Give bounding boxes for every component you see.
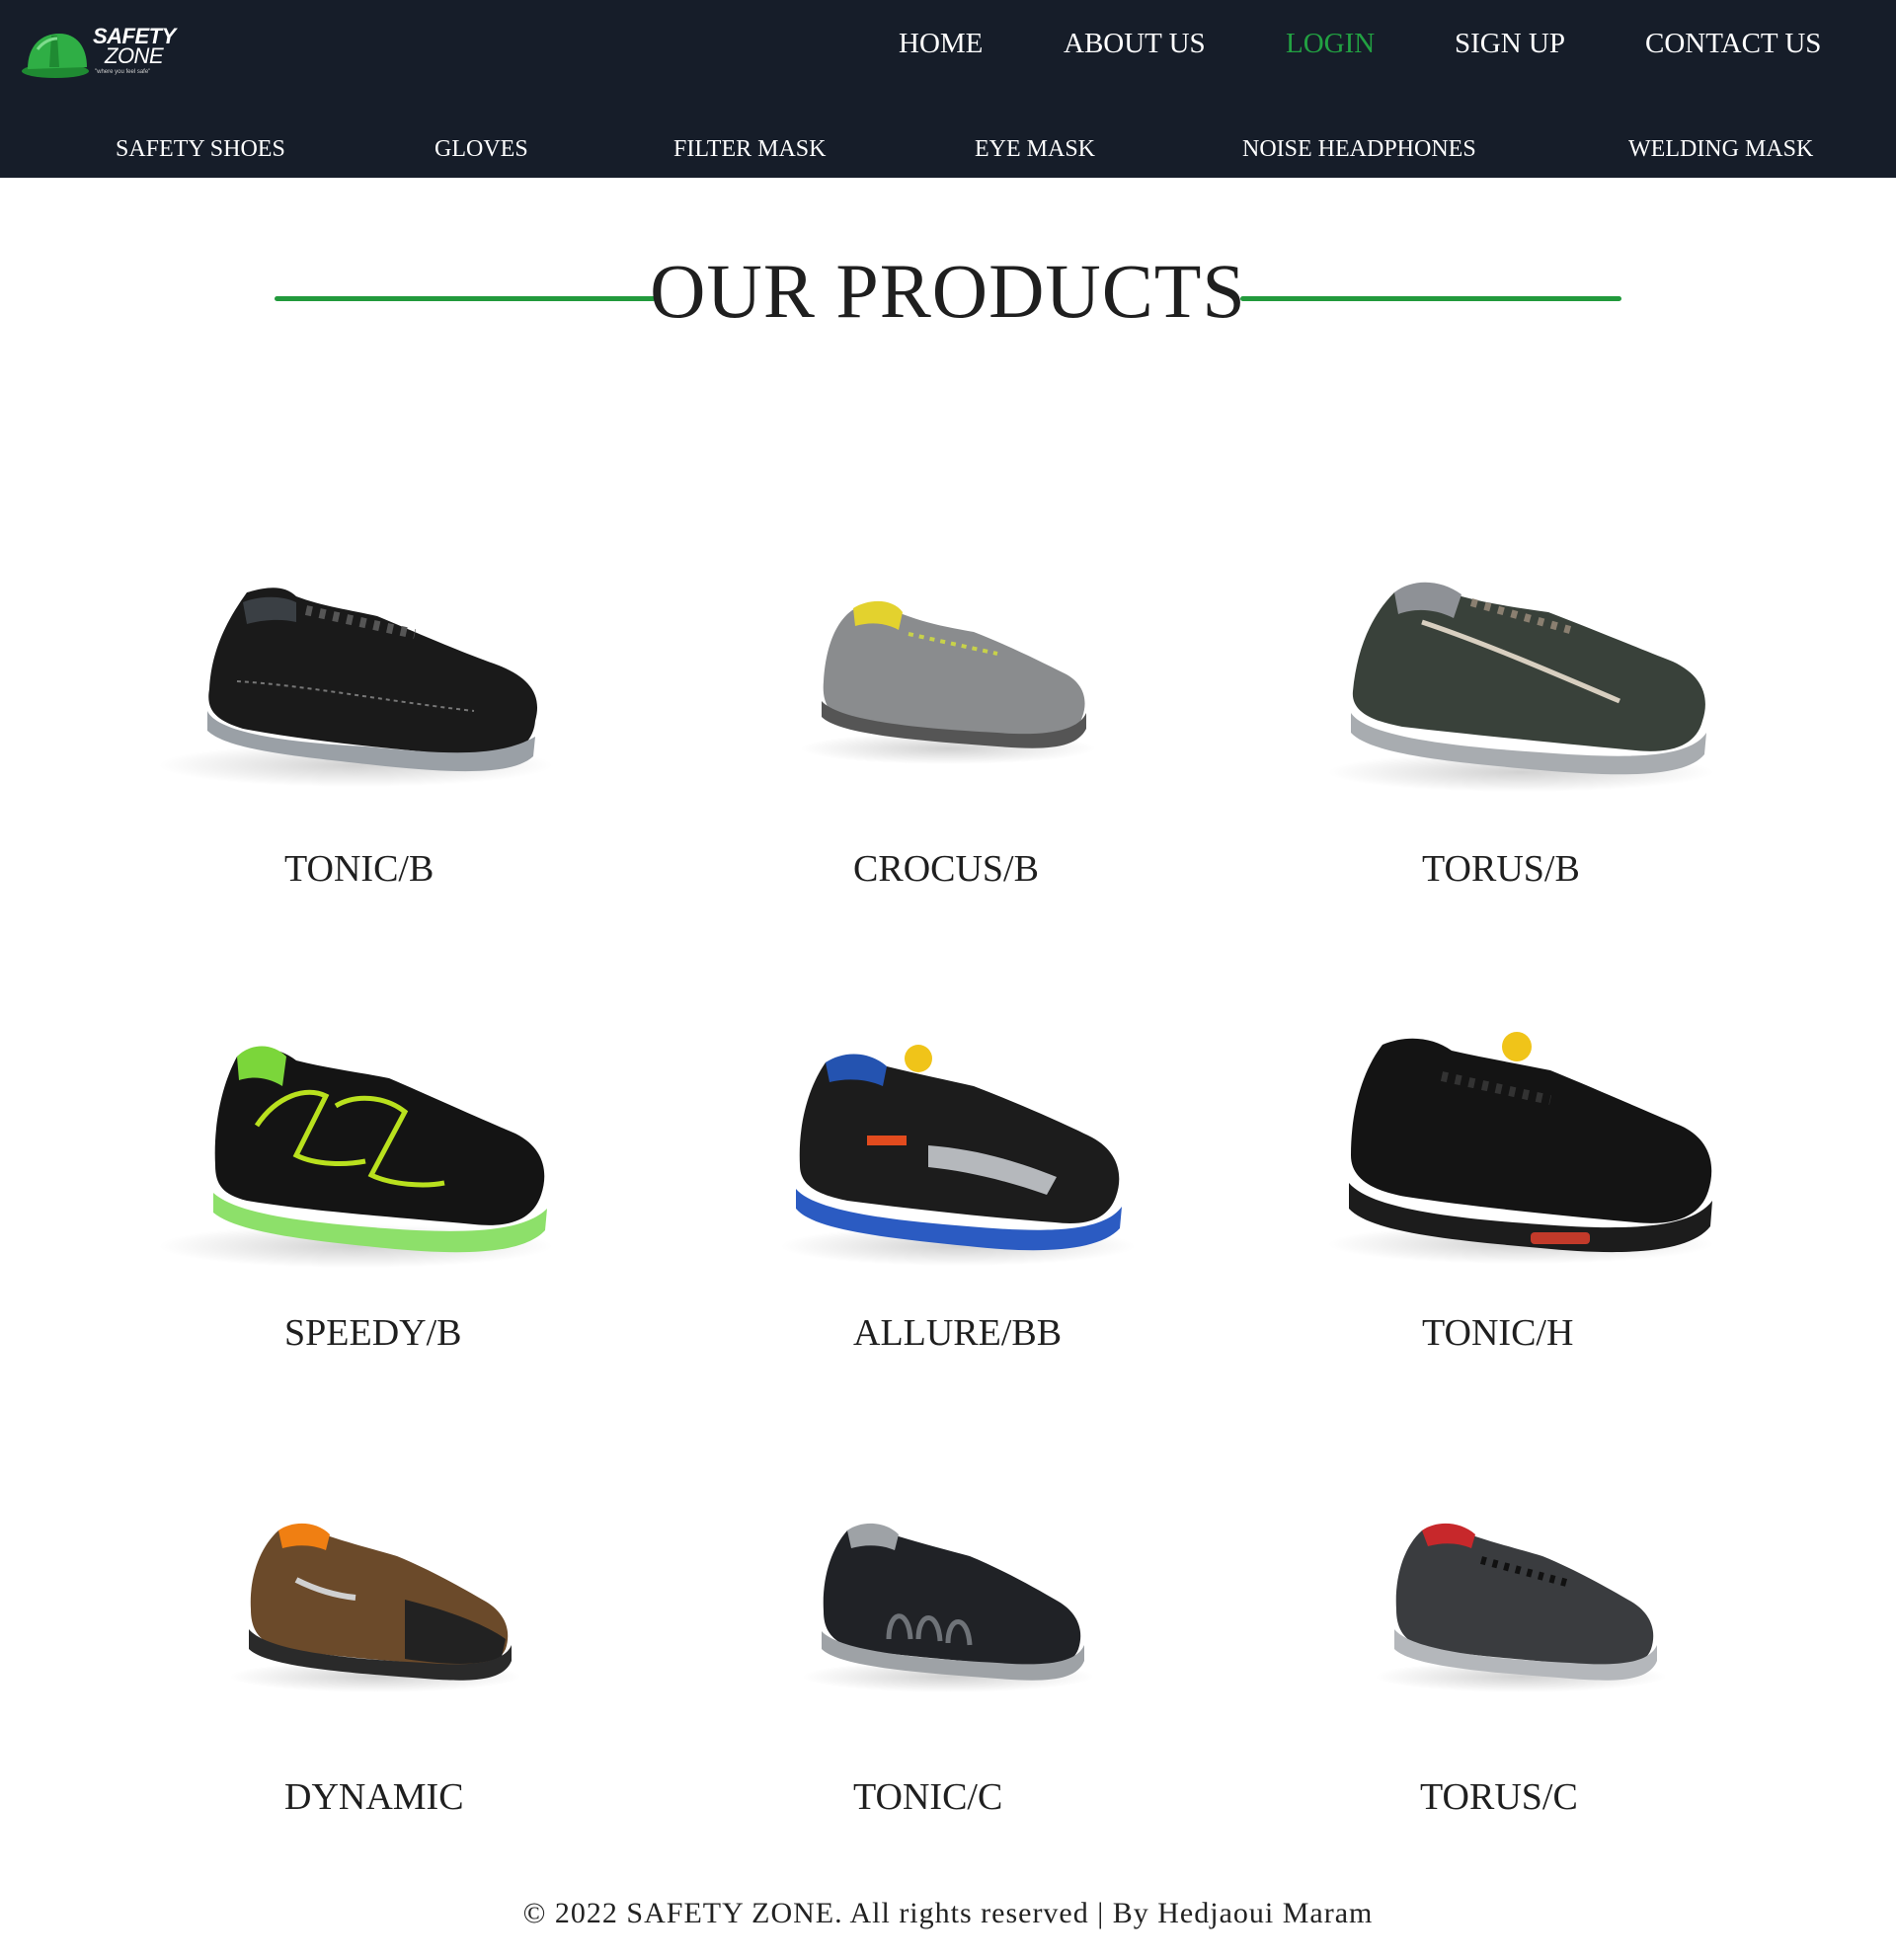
category-noise-headphones[interactable]: NOISE HEADPHONES — [1242, 134, 1476, 164]
heading-divider-right — [1240, 296, 1621, 301]
page-title: OUR PRODUCTS — [650, 248, 1246, 334]
brand-name-line2: ZONE — [105, 43, 164, 68]
shoe-image — [158, 1046, 553, 1268]
product-name: CROCUS/B — [853, 848, 1039, 890]
category-eye-mask[interactable]: EYE MASK — [975, 134, 1095, 164]
hard-hat-icon — [22, 34, 89, 78]
product-name: TONIC/H — [1422, 1312, 1574, 1354]
product-name: DYNAMIC — [284, 1776, 464, 1818]
product-name: TORUS/B — [1422, 848, 1580, 890]
category-welding-mask[interactable]: WELDING MASK — [1628, 134, 1813, 164]
category-gloves[interactable]: GLOVES — [434, 134, 528, 164]
product-name: ALLURE/BB — [853, 1312, 1063, 1354]
shoe-image — [1327, 582, 1714, 792]
nav-home[interactable]: HOME — [899, 26, 983, 61]
shoe-image — [229, 1523, 521, 1692]
heading-divider-left — [275, 296, 656, 301]
nav-login[interactable]: LOGIN — [1286, 26, 1375, 61]
site-logo[interactable]: SAFETY ZONE "where you feel safe" — [22, 24, 180, 83]
shoe-image — [802, 1523, 1094, 1692]
nav-about-us[interactable]: ABOUT US — [1064, 26, 1206, 61]
site-header: SAFETY ZONE "where you feel safe" HOME A… — [0, 0, 1896, 178]
category-filter-mask[interactable]: FILTER MASK — [673, 134, 826, 164]
product-name: TONIC/C — [853, 1776, 1003, 1818]
nav-contact-us[interactable]: CONTACT US — [1645, 26, 1821, 61]
nav-sign-up[interactable]: SIGN UP — [1455, 26, 1565, 61]
shoe-image — [1327, 1032, 1714, 1264]
product-name: TORUS/C — [1420, 1776, 1578, 1818]
brand-tagline: "where you feel safe" — [95, 69, 151, 75]
shoe-image — [780, 1045, 1136, 1266]
product-name: TONIC/B — [284, 848, 434, 890]
product-name: SPEEDY/B — [284, 1312, 462, 1354]
category-safety-shoes[interactable]: SAFETY SHOES — [116, 134, 285, 164]
shoe-image — [158, 588, 553, 787]
site-footer: © 2022 SAFETY ZONE. All rights reserved … — [522, 1897, 1374, 1929]
shoe-image — [1375, 1523, 1667, 1692]
shoe-image — [800, 600, 1096, 764]
